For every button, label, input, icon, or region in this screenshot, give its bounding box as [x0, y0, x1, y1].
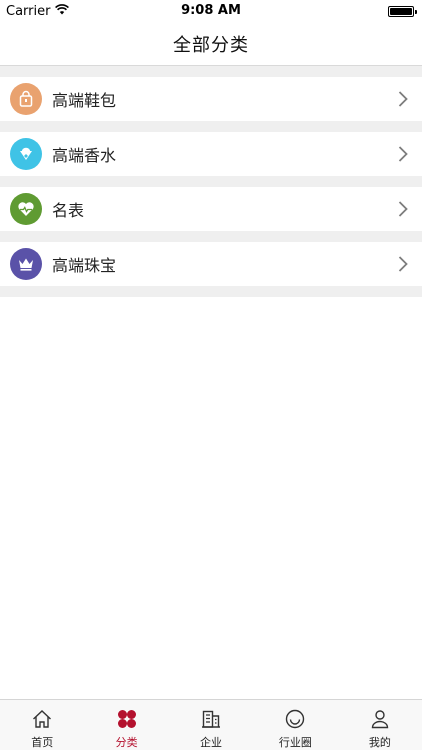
category-label: 高端鞋包	[52, 91, 117, 110]
divider	[0, 121, 422, 132]
tab-industry-circle[interactable]: 行业圈	[253, 700, 337, 750]
crown-icon	[10, 248, 42, 280]
category-item-watches[interactable]: 名表	[0, 187, 422, 231]
tab-label: 企业	[200, 736, 223, 749]
divider	[0, 286, 422, 297]
divider	[0, 176, 422, 187]
category-label: 名表	[52, 201, 85, 220]
home-icon	[30, 707, 54, 730]
category-list: 高端鞋包 高端香水 名表 高端珠宝	[0, 66, 422, 699]
category-label: 高端香水	[52, 146, 117, 165]
category-label: 高端珠宝	[52, 256, 117, 275]
chevron-right-icon	[398, 256, 408, 276]
tab-category[interactable]: 分类	[84, 700, 168, 750]
tab-company[interactable]: 企业	[169, 700, 253, 750]
smile-icon	[283, 707, 307, 730]
category-item-jewelry[interactable]: 高端珠宝	[0, 242, 422, 286]
tab-label: 分类	[115, 736, 138, 749]
chevron-right-icon	[398, 146, 408, 166]
nav-bar: 全部分类	[0, 22, 422, 66]
divider	[0, 231, 422, 242]
perfume-icon	[10, 138, 42, 170]
page-title: 全部分类	[173, 34, 249, 56]
chevron-right-icon	[398, 91, 408, 111]
status-time: 9:08 AM	[181, 3, 241, 18]
status-bar: Carrier 9:08 AM	[0, 0, 422, 22]
tab-bar: 首页 分类 企业 行业圈 我的	[0, 699, 422, 750]
category-item-shoes-bags[interactable]: 高端鞋包	[0, 77, 422, 121]
category-icon	[115, 707, 139, 730]
battery-icon	[388, 6, 417, 17]
heart-pulse-icon	[10, 193, 42, 225]
building-icon	[199, 707, 223, 730]
tab-mine[interactable]: 我的	[338, 700, 422, 750]
user-icon	[368, 707, 392, 730]
chevron-right-icon	[398, 201, 408, 221]
tab-label: 首页	[31, 736, 54, 749]
category-item-perfume[interactable]: 高端香水	[0, 132, 422, 176]
tab-label: 我的	[368, 736, 391, 749]
tab-home[interactable]: 首页	[0, 700, 84, 750]
divider	[0, 66, 422, 77]
bag-icon	[10, 83, 42, 115]
tab-label: 行业圈	[278, 736, 312, 749]
